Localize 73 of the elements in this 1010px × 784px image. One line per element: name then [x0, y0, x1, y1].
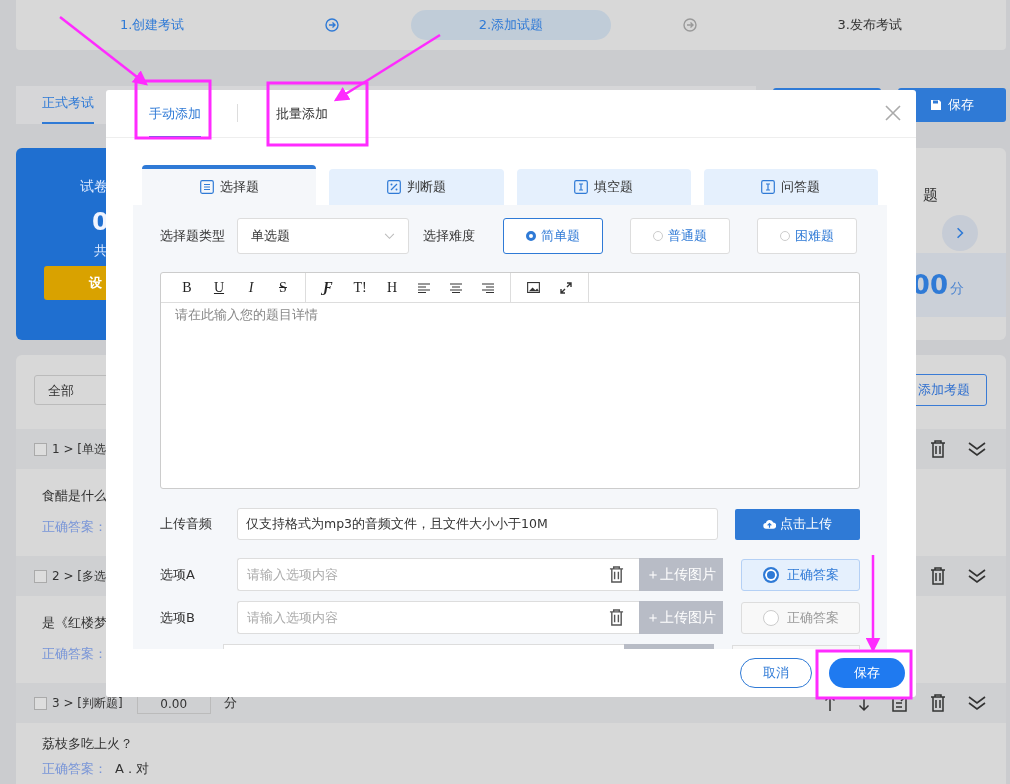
mode-tab[interactable]: 手动添加	[149, 105, 201, 137]
cancel-button[interactable]: 取消	[740, 658, 812, 688]
align-icon[interactable]	[418, 282, 430, 293]
checkbox[interactable]	[34, 569, 47, 583]
text-cursor-icon	[574, 180, 589, 194]
difficulty-radio[interactable]: 简单题	[503, 218, 603, 254]
question-title: 2 > [多选	[52, 567, 106, 585]
expand-icon[interactable]	[968, 441, 986, 457]
format-button[interactable]: T!	[344, 279, 376, 296]
card-caption: 共	[94, 242, 107, 260]
difficulty-radio[interactable]: 普通题	[630, 218, 730, 254]
cloud-upload-icon	[762, 519, 776, 529]
question-editor[interactable]: B U I S Ƒ T! H 请在此输入您的题目详情	[160, 272, 860, 489]
align-icon[interactable]	[482, 282, 494, 293]
mode-tab[interactable]: 批量添加	[276, 105, 328, 137]
format-button[interactable]: S	[267, 279, 299, 296]
option-label: 选项A	[160, 565, 196, 584]
option-field[interactable]: 请输入选项内容	[237, 601, 639, 634]
image-icon[interactable]	[527, 282, 540, 293]
question-type-select[interactable]: 单选题	[237, 218, 409, 254]
delete-icon[interactable]	[930, 694, 946, 712]
answer-label: 正确答案：	[42, 646, 107, 661]
text-cursor-icon	[761, 180, 776, 194]
question-text: 食醋是什么	[42, 487, 107, 505]
question-type-tab[interactable]: 填空题	[516, 169, 691, 205]
step-tab[interactable]: 3.发布考试	[769, 10, 970, 40]
answer-label: 正确答案：	[42, 519, 107, 534]
answer-label: 正确答案：	[42, 761, 107, 776]
option-field[interactable]: 请输入选项内容	[237, 558, 639, 591]
expand-icon[interactable]	[968, 695, 986, 711]
format-button[interactable]: U	[203, 279, 235, 296]
expand-icon[interactable]	[968, 568, 986, 584]
field-label: 上传音频	[160, 515, 213, 533]
delete-icon[interactable]	[930, 567, 946, 585]
question-title: 3 > [判断题]	[52, 694, 123, 712]
checkbox[interactable]	[34, 696, 47, 710]
arrow-right-icon	[324, 18, 339, 32]
question-type-tab[interactable]: 判断题	[329, 169, 504, 205]
question-type-tab[interactable]: 问答题	[703, 169, 878, 205]
upload-button[interactable]: 点击上传	[734, 508, 860, 540]
field-label: 选择题类型	[160, 227, 226, 245]
answer-text: A . 对	[115, 761, 150, 776]
format-button[interactable]: I	[235, 279, 267, 296]
delete-icon[interactable]	[930, 440, 946, 458]
save-icon	[930, 99, 942, 111]
correct-answer-radio[interactable]: 正确答案	[741, 558, 860, 591]
question-title: 1 > [单选	[52, 440, 106, 458]
field-label: 选择难度	[423, 227, 475, 245]
format-button[interactable]: Ƒ	[312, 279, 344, 296]
list-icon	[199, 180, 214, 194]
format-button[interactable]: B	[171, 279, 203, 296]
question-type-tab[interactable]: 选择题	[142, 165, 317, 205]
option-label: 选项B	[160, 608, 196, 627]
delete-icon[interactable]	[609, 566, 624, 583]
checkbox[interactable]	[34, 442, 47, 456]
format-button[interactable]: H	[376, 279, 408, 296]
question-text: 是《红楼梦	[42, 614, 107, 632]
fullscreen-icon[interactable]	[560, 281, 572, 294]
editor-placeholder: 请在此输入您的题目详情	[175, 307, 318, 322]
card-title: 题	[923, 186, 938, 205]
score-unit: 分	[950, 280, 964, 298]
chevron-down-icon	[384, 232, 395, 240]
align-icon[interactable]	[450, 282, 462, 293]
arrow-right-icon	[683, 18, 698, 32]
difficulty-radio[interactable]: 困难题	[757, 218, 857, 254]
delete-icon[interactable]	[609, 609, 624, 626]
question-text: 荔枝多吃上火？	[42, 735, 133, 753]
save-button[interactable]: 保存	[829, 658, 905, 688]
card-title: 试卷	[80, 178, 108, 196]
score-unit: 分	[223, 694, 237, 712]
chevron-right-icon	[956, 227, 964, 239]
audio-file-field[interactable]: 仅支持格式为mp3的音频文件，且文件大小小于10M	[237, 508, 718, 540]
percent-icon	[386, 180, 401, 194]
